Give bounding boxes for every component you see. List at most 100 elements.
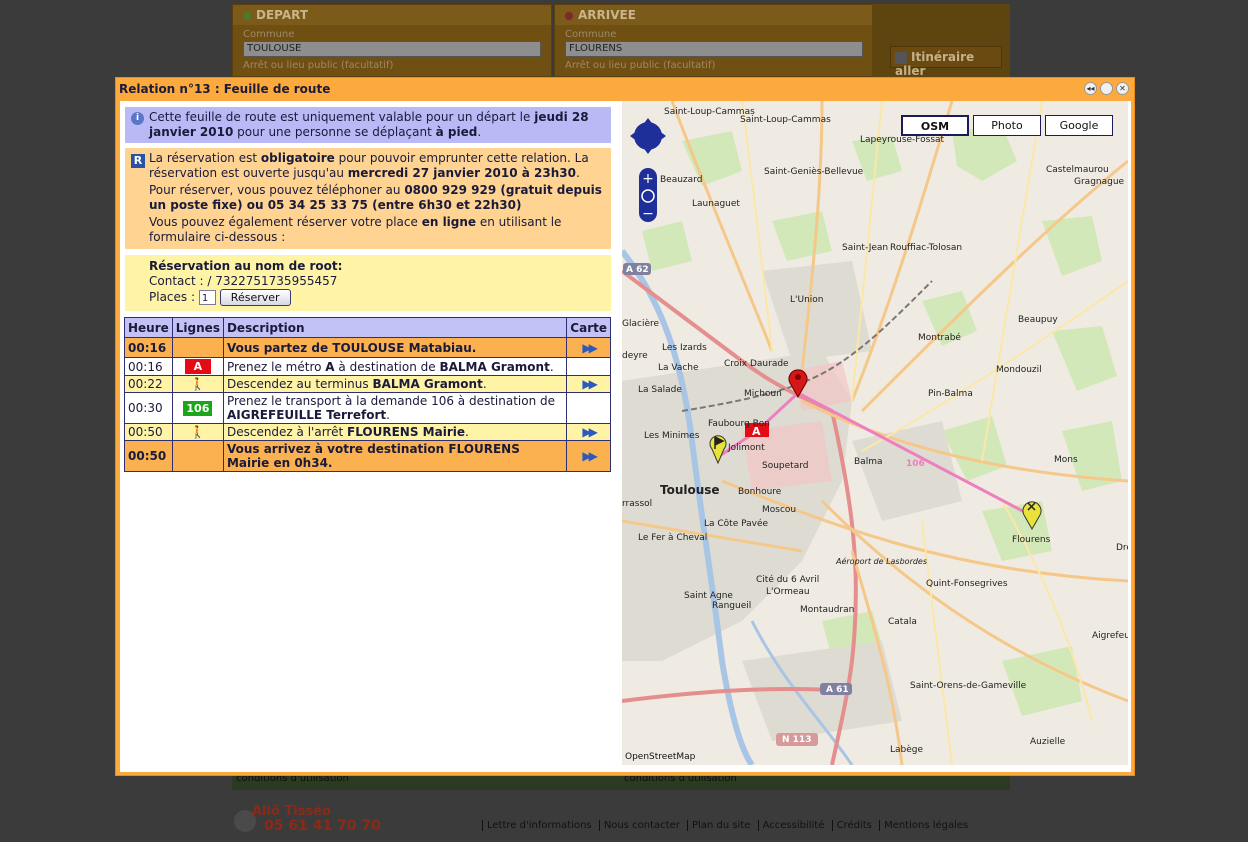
info-text: Cette feuille de route est uniquement va… [149, 110, 535, 124]
map-label: Aéroport de Lasbordes [836, 557, 928, 566]
reservation-form: Réservation au nom de root: Contact : / … [125, 255, 611, 311]
close-icon[interactable]: ✕ [1116, 82, 1129, 95]
desc-text: Descendez à l'arrêt [226, 425, 347, 439]
map-label: Saint-Orens-de-Gameville [910, 681, 1027, 691]
rewind-icon[interactable]: ◂◂ [1084, 82, 1097, 95]
footer-link[interactable]: Crédits [831, 820, 876, 831]
desc-bold: BALMA Gramont [372, 377, 483, 391]
map-label: L'Union [790, 295, 824, 305]
table-row: 00:22 🚶 Descendez au terminus BALMA Gram… [124, 375, 611, 393]
map-link-icon[interactable]: ▶▶ [566, 375, 611, 393]
route-106-label: 106 [906, 459, 925, 469]
svg-text:+: + [642, 171, 654, 187]
row-line [171, 337, 224, 358]
route-table: Heure Lignes Description Carte 00:16 Vou… [124, 317, 611, 472]
header-carte: Carte [566, 317, 611, 338]
layer-photo-button[interactable]: Photo [973, 115, 1041, 136]
row-description: Vous partez de TOULOUSE Matabiau. [222, 337, 568, 358]
modal-controls: ◂◂ ✕ [1084, 82, 1129, 95]
map-link-icon[interactable]: ▶▶ [566, 440, 611, 472]
map-label: Auzielle [1030, 737, 1066, 747]
map-label: Jolimont [728, 443, 765, 453]
roadmap-panel: i Cette feuille de route est uniquement … [120, 101, 620, 772]
map-label: Gragnague [1074, 177, 1125, 187]
row-line [171, 440, 224, 472]
footer-link[interactable]: Nous contacter [598, 820, 684, 831]
map-label: Aigrefeuille [1092, 631, 1128, 641]
row-description: Prenez le transport à la demande 106 à d… [222, 392, 568, 424]
row-line: A [171, 357, 224, 376]
phone-paragraph: Pour réserver, vous pouvez téléphoner au… [149, 183, 607, 213]
itineraire-button[interactable]: Itinéraire aller [890, 46, 1002, 78]
phone-title: Allô Tisséo [252, 804, 331, 819]
modal-title: Relation n°13 : Feuille de route [119, 82, 331, 96]
table-row: 00:30 106 Prenez le transport à la deman… [124, 392, 611, 424]
depart-commune-field[interactable]: TOULOUSE [243, 41, 541, 57]
map-label: Balma [854, 457, 883, 467]
road-shield-n113: N 113 [782, 735, 812, 745]
map-link-icon[interactable]: ▶▶ [566, 337, 611, 358]
footer-link[interactable]: Mentions légales [879, 820, 973, 831]
footer-link[interactable]: Accessibilité [757, 820, 829, 831]
map-label: Le Fer à Cheval [638, 533, 708, 543]
layer-switcher: OSM Photo Google [901, 115, 1113, 136]
reservation-paragraph: La réservation est obligatoire pour pouv… [149, 151, 607, 181]
depart-title: DEPART [256, 8, 309, 22]
row-time: 00:16 [124, 357, 173, 376]
map-label: Rangueil [712, 601, 752, 611]
info-mode: à pied [435, 125, 478, 139]
map-label: Mons [1054, 455, 1078, 465]
reserve-button[interactable]: Réserver [219, 289, 291, 306]
resa-deadline: mercredi 27 janvier 2010 à 23h30 [347, 166, 577, 180]
walk-icon: 🚶 [171, 375, 224, 393]
map-label: Launaguet [692, 199, 740, 209]
arret-label: Arrêt ou lieu public (facultatif) [565, 60, 716, 71]
map-label: Saint-Loup-Cammas [740, 115, 831, 125]
map-label: Cité du 6 Avril [756, 575, 820, 585]
map-link-icon[interactable]: ▶▶ [566, 423, 611, 441]
map-label: Soupetard [762, 461, 809, 471]
map-label: Saint Agne [684, 591, 733, 601]
info-icon: i [131, 112, 144, 125]
desc-text: . [482, 377, 487, 391]
desc-text: . [386, 408, 390, 422]
header-description: Description [222, 317, 568, 338]
walk-icon: 🚶 [171, 423, 224, 441]
map-label: Beaupuy [1018, 315, 1058, 325]
layer-osm-button[interactable]: OSM [901, 115, 969, 136]
red-dot-icon [565, 11, 573, 20]
minimize-icon[interactable] [1100, 82, 1113, 95]
map-label: Glacière [622, 319, 660, 329]
map-label: Rouffiac-Tolosan [890, 243, 963, 253]
footer-link[interactable]: Plan du site [687, 820, 755, 831]
header-lignes: Lignes [171, 317, 224, 338]
roadmap-modal: Relation n°13 : Feuille de route ◂◂ ✕ i … [115, 77, 1135, 776]
commune-label: Commune [243, 29, 295, 40]
online-paragraph: Vous pouvez également réserver votre pla… [149, 215, 607, 245]
layer-google-button[interactable]: Google [1045, 115, 1113, 136]
pan-control-icon: + − [630, 118, 666, 222]
desc-text: Prenez le métro [226, 359, 326, 374]
places-input[interactable]: 1 [198, 290, 216, 305]
desc-text: Descendez au terminus [226, 377, 373, 391]
reservation-info: R La réservation est obligatoire pour po… [125, 148, 611, 249]
desc-bold: AIGREFEUILLE Terrefort [226, 408, 387, 422]
arrivee-title: ARRIVEE [578, 8, 636, 22]
row-time: 00:16 [124, 337, 173, 358]
svg-text:−: − [642, 206, 654, 222]
arrow-icon [895, 51, 907, 64]
arrivee-commune-field[interactable]: FLOURENS [565, 41, 863, 57]
metro-a-badge: A [184, 359, 211, 374]
map-label: Labège [890, 745, 924, 755]
table-row: 00:16 A Prenez le métro A à destination … [124, 357, 611, 376]
map-label: Beauzard [660, 175, 703, 185]
road-shield-a62: A 62 [626, 265, 649, 275]
desc-text: Prenez le transport à la demande 106 à d… [226, 394, 556, 408]
desc-text: à destination de [334, 359, 440, 374]
row-map [566, 357, 611, 376]
desc-bold: FLOURENS Mairie [347, 425, 465, 439]
osm-credit: OpenStreetMap [625, 752, 696, 762]
footer-link[interactable]: Lettre d'informations [482, 820, 596, 831]
resa-text: Vous pouvez également réserver votre pla… [149, 215, 422, 229]
map-view[interactable]: + − OSM Photo Google Saint-Loup-Cammas S… [622, 101, 1128, 765]
